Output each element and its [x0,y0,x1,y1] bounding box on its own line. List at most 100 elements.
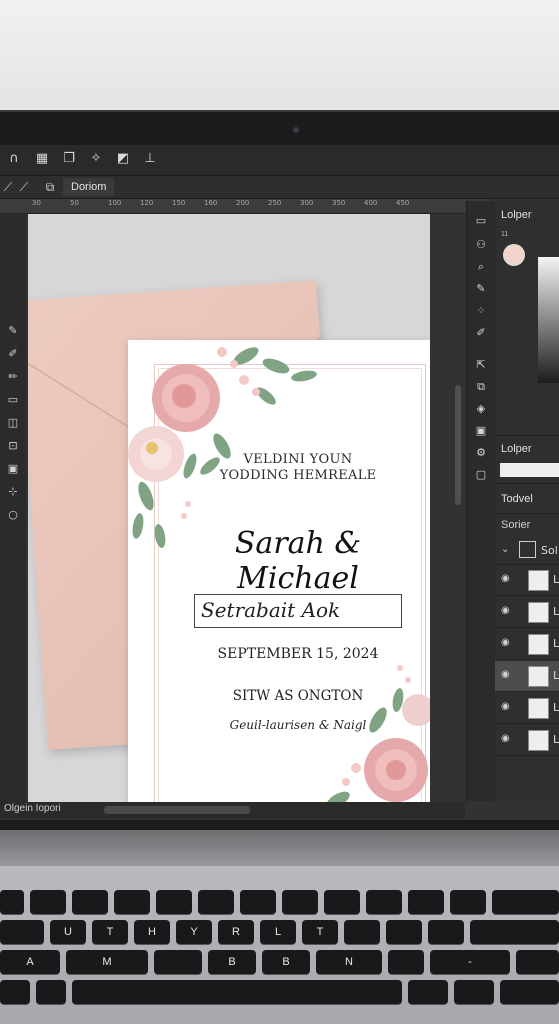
keyboard-key[interactable] [450,890,486,914]
search-icon[interactable]: ⌕ [473,259,489,275]
brush-panel-icon[interactable]: ✐ [473,325,489,341]
panel-tab-title[interactable]: Todvel [501,493,533,505]
selected-text-box[interactable]: Setrabait Aok [194,594,402,628]
keyboard-key[interactable] [324,890,360,914]
keyboard-key[interactable] [156,890,192,914]
keyboard-key[interactable] [366,890,402,914]
keyboard-key[interactable]: H [134,920,170,944]
keyboard-key[interactable]: T [92,920,128,944]
design-canvas[interactable]: VELDINI YOUN YODDING HEMREALE Sarah & Mi… [28,214,430,802]
color-picker-field[interactable] [538,257,559,383]
eye-icon[interactable]: ◉ [501,733,510,744]
zoom-tool-icon[interactable]: ○ [5,507,21,523]
keyboard-key[interactable] [388,950,424,974]
color-swatch[interactable] [503,244,525,266]
layer-row[interactable]: ◉ L [495,629,559,660]
keyboard-key[interactable]: - [430,950,510,974]
text-box-content[interactable]: Setrabait Aok [201,598,340,622]
keyboard-key[interactable] [470,920,559,944]
keyboard-key[interactable] [114,890,150,914]
keyboard-key[interactable] [454,980,494,1004]
eye-icon[interactable]: ◉ [501,669,510,680]
people-icon[interactable]: ⚇ [473,237,489,253]
comment-icon[interactable]: ▢ [473,467,489,483]
keyboard-key[interactable] [500,980,559,1004]
layers-title[interactable]: Sorier [501,519,530,531]
vertical-scrollbar[interactable] [455,385,461,505]
layer-row[interactable]: ◉ L [495,597,559,628]
keyboard-key[interactable] [240,890,276,914]
paint-icon[interactable]: ◈ [473,401,489,417]
spacebar-key[interactable] [72,980,402,1004]
keyboard-key[interactable]: B [208,950,256,974]
eye-icon[interactable]: ◉ [501,701,510,712]
keyboard-key[interactable] [428,920,464,944]
keyboard-key[interactable]: N [316,950,382,974]
keyboard-key[interactable] [386,920,422,944]
keyboard-key[interactable] [0,890,24,914]
layer-row[interactable]: ◉ L [495,565,559,596]
layers-icon[interactable]: ◩ [115,151,131,167]
image-icon[interactable]: ▣ [473,423,489,439]
rectangle-tool-icon[interactable]: ▭ [5,392,21,408]
keyboard-key[interactable]: B [262,950,310,974]
frame-icon[interactable]: ⧉ [42,179,58,195]
panel-input-field[interactable] [500,463,559,477]
brush-icon[interactable]: ⟋ [0,179,16,195]
shape-tool-icon[interactable]: ◫ [5,415,21,431]
document-tab[interactable]: Doriom [63,178,115,196]
panel-toggle-icon[interactable]: ▭ [473,213,489,229]
pen-tool-icon[interactable]: ✎ [5,323,21,339]
keyboard-key[interactable] [492,890,559,914]
headphones-icon[interactable]: ∩ [6,151,22,167]
keyboard-key[interactable]: T [302,920,338,944]
event-hosts[interactable]: Geuil-laurisen & Naigl [188,718,408,732]
magic-wand-icon[interactable]: ✧ [88,151,104,167]
keyboard-key[interactable]: L [260,920,296,944]
eye-icon[interactable]: ◉ [501,605,510,616]
grid-small-icon[interactable]: ⁘ [473,303,489,319]
keyboard-key[interactable] [30,890,66,914]
arrange-icon[interactable]: ⧉ [473,379,489,395]
keyboard-key[interactable] [408,890,444,914]
crop-tool-icon[interactable]: ⊡ [5,438,21,454]
event-date[interactable]: SEPTEMBER 15, 2024 [188,646,408,662]
event-venue[interactable]: SITW AS ONGTON [188,688,408,704]
eye-icon[interactable]: ◉ [501,637,510,648]
copy-icon[interactable]: ❐ [61,151,77,167]
keyboard-key[interactable] [282,890,318,914]
chevron-down-icon[interactable]: ⌄ [501,544,509,555]
keyboard-key[interactable] [516,950,559,974]
adjust-icon[interactable]: ⚙ [473,445,489,461]
keyboard-key[interactable]: M [66,950,148,974]
keyboard-key[interactable]: Y [176,920,212,944]
frame-tool-icon[interactable]: ▣ [5,461,21,477]
align-icon[interactable]: ⊥ [142,151,158,167]
invitation-card[interactable]: VELDINI YOUN YODDING HEMREALE Sarah & Mi… [128,340,430,802]
grid-icon[interactable]: ▦ [34,151,50,167]
eyedropper-icon[interactable]: ✎ [473,281,489,297]
keyboard-key[interactable] [0,980,30,1004]
keyboard-key[interactable]: R [218,920,254,944]
eye-icon[interactable]: ◉ [501,573,510,584]
keyboard-key[interactable] [72,890,108,914]
transform-tool-icon[interactable]: ⊹ [5,484,21,500]
layer-row-selected[interactable]: ◉ L [495,661,559,692]
keyboard-key[interactable]: U [50,920,86,944]
brush-tool-icon[interactable]: ✐ [5,346,21,362]
keyboard-key[interactable] [344,920,380,944]
layer-group-row[interactable]: ⌄ Sol [495,536,559,565]
keyboard-key[interactable] [408,980,448,1004]
pencil-tool-icon[interactable]: ✏ [5,369,21,385]
couple-names[interactable]: Sarah & Michael [178,526,418,596]
keyboard-key[interactable] [154,950,202,974]
pencil-icon[interactable]: ⟋ [16,179,32,195]
layer-row[interactable]: ◉ L [495,725,559,756]
keyboard-key[interactable] [36,980,66,1004]
horizontal-scrollbar[interactable] [104,806,250,814]
keyboard-key[interactable]: A [0,950,60,974]
keyboard-key[interactable] [0,920,44,944]
export-icon[interactable]: ⇱ [473,357,489,373]
layer-row[interactable]: ◉ L [495,693,559,724]
keyboard-key[interactable] [198,890,234,914]
